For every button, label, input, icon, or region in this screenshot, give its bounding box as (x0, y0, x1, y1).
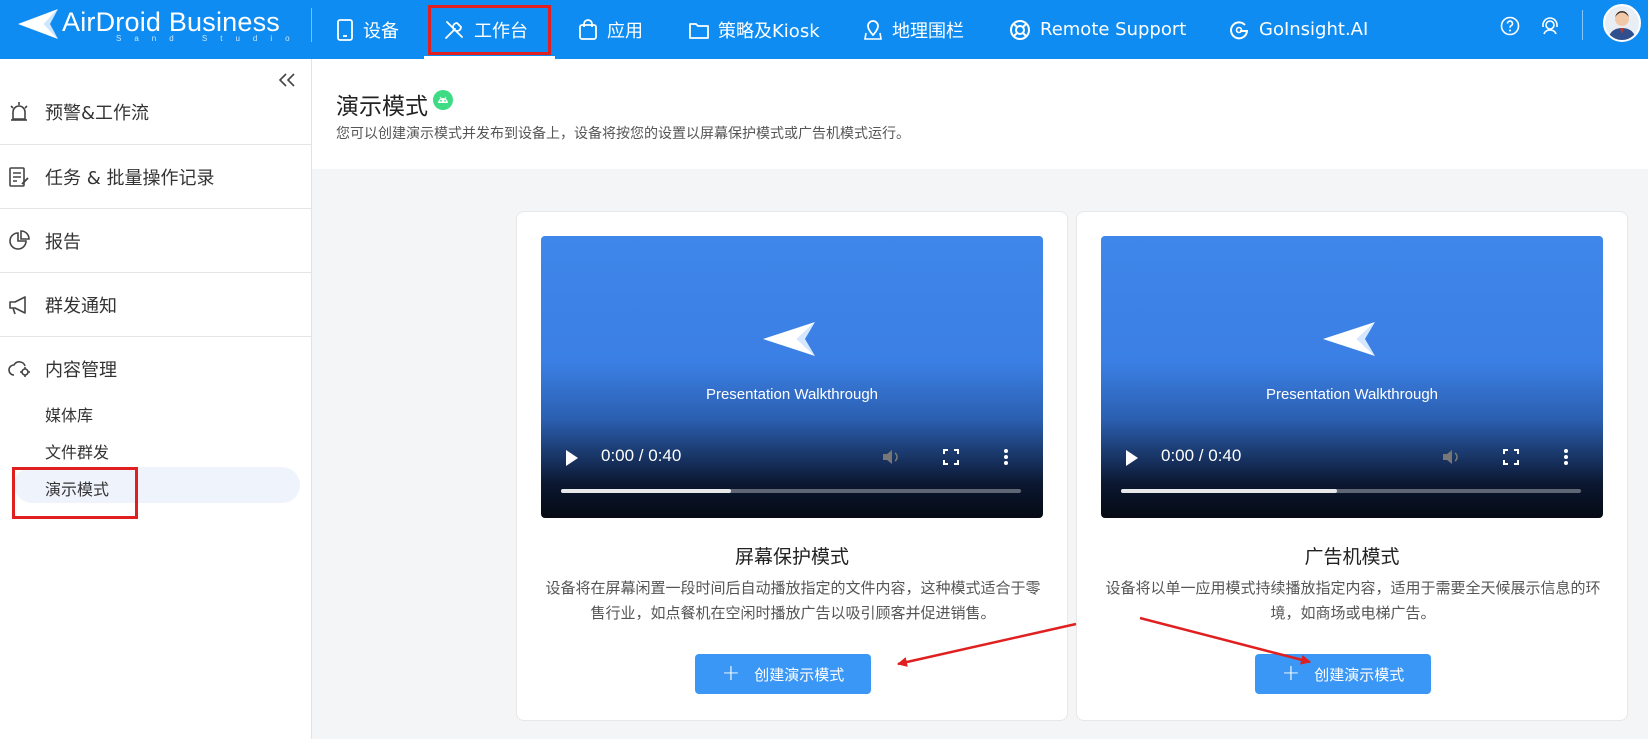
nav-goinsight[interactable]: GoInsight.AI (1228, 0, 1368, 59)
task-list-icon (9, 166, 29, 187)
cloud-gear-icon (8, 360, 30, 377)
sidebar-item-label: 预警&工作流 (45, 102, 150, 124)
brand-name: AirDroid Business (62, 7, 280, 37)
sidebar-item-label: 报告 (45, 231, 81, 253)
play-icon[interactable] (565, 449, 579, 467)
card-description: 设备将在屏幕闲置一段时间后自动播放指定的文件内容，这种模式适合于零售行业，如点餐… (545, 579, 1041, 622)
android-icon (433, 90, 453, 110)
nav-geofence-label: 地理围栏 (892, 20, 964, 42)
nav-devices[interactable]: 设备 (336, 0, 399, 59)
top-navigation-bar: AirDroid Business Sand Studio 设备 工作台 应用 … (0, 0, 1648, 59)
video-caption: Presentation Walkthrough (705, 386, 879, 403)
lifebuoy-icon (1010, 19, 1030, 40)
video-time: 0:00 / 0:40 (1161, 446, 1242, 465)
brand-subtitle: Sand Studio (116, 34, 303, 43)
nav-policy-kiosk-label: 策略及Kiosk (718, 20, 820, 42)
nav-devices-label: 设备 (363, 20, 399, 42)
map-pin-icon (864, 19, 882, 40)
sidebar-item-label: 群发通知 (45, 295, 117, 317)
top-right-separator (1582, 10, 1583, 40)
page-header: 演示模式 您可以创建演示模式并发布到设备上，设备将按您的设置以屏幕保护模式或广告… (312, 59, 1648, 169)
nav-workbench[interactable]: 工作台 (443, 0, 528, 59)
more-options-icon[interactable] (1003, 448, 1009, 466)
sidebar-item-content-management[interactable]: 内容管理 (0, 337, 311, 400)
digital-signage-mode-card: Presentation Walkthrough 0:00 / 0:40 广告机… (1076, 211, 1628, 721)
sidebar-subitem-media-library[interactable]: 媒体库 (45, 402, 93, 426)
nav-separator (311, 8, 312, 42)
nav-apps[interactable]: 应用 (578, 0, 643, 59)
card-title: 广告机模式 (1304, 546, 1400, 568)
fullscreen-icon[interactable] (943, 449, 959, 465)
card-description: 设备将以单一应用模式持续播放指定内容，适用于需要全天候展示信息的环境，如商场或电… (1105, 579, 1601, 622)
video-caption: Presentation Walkthrough (1265, 386, 1439, 403)
paper-plane-logo-icon (18, 9, 58, 39)
nav-workbench-label: 工作台 (474, 20, 528, 42)
nav-remote-support[interactable]: Remote Support (1009, 0, 1186, 59)
paper-plane-logo-icon (763, 322, 815, 356)
help-icon[interactable] (1500, 16, 1520, 36)
video-player[interactable]: Presentation Walkthrough 0:00 / 0:40 (541, 236, 1043, 518)
nav-policy-kiosk[interactable]: 策略及Kiosk (689, 0, 820, 59)
nav-apps-label: 应用 (607, 20, 643, 42)
tools-icon (445, 20, 463, 39)
nav-geofence[interactable]: 地理围栏 (863, 0, 964, 59)
sidebar-item-alerts-workflow[interactable]: 预警&工作流 (0, 80, 311, 143)
video-progress-track[interactable] (1121, 489, 1581, 493)
create-presentation-button[interactable]: + 创建演示模式 (1255, 654, 1431, 694)
paper-plane-logo-icon (1323, 322, 1375, 356)
create-presentation-button[interactable]: + 创建演示模式 (695, 654, 871, 694)
video-player[interactable]: Presentation Walkthrough 0:00 / 0:40 (1101, 236, 1603, 518)
play-icon[interactable] (1125, 449, 1139, 467)
support-agent-icon[interactable] (1540, 16, 1560, 36)
screensaver-mode-card: Presentation Walkthrough 0:00 / 0:40 屏幕保… (516, 211, 1068, 721)
sidebar-item-reports[interactable]: 报告 (0, 209, 311, 272)
video-progress-fill (561, 489, 732, 493)
fullscreen-icon[interactable] (1503, 449, 1519, 465)
page-title: 演示模式 (336, 94, 428, 120)
create-button-label: 创建演示模式 (754, 665, 845, 684)
sidebar-item-tasks[interactable]: 任务 & 批量操作记录 (0, 145, 311, 208)
folder-icon (689, 22, 709, 39)
goinsight-icon (1230, 20, 1249, 39)
plus-icon: + (1281, 661, 1301, 686)
sidebar-subitem-presentation-mode[interactable]: 演示模式 (45, 476, 109, 500)
alarm-icon (10, 101, 28, 121)
nav-goinsight-label: GoInsight.AI (1259, 19, 1369, 40)
card-title: 屏幕保护模式 (734, 546, 849, 568)
sidebar-item-label: 任务 & 批量操作记录 (45, 167, 215, 189)
sidebar-item-broadcast[interactable]: 群发通知 (0, 273, 311, 336)
video-progress-track[interactable] (561, 489, 1021, 493)
avatar[interactable] (1603, 4, 1641, 42)
sidebar-item-label: 内容管理 (45, 359, 117, 381)
more-options-icon[interactable] (1563, 448, 1569, 466)
user-avatar-icon (1605, 6, 1639, 40)
volume-icon[interactable] (881, 448, 901, 466)
create-button-label: 创建演示模式 (1314, 665, 1405, 684)
sidebar: 预警&工作流 任务 & 批量操作记录 报告 群发通知 内容管理 媒体库 文件群发… (0, 59, 312, 739)
tablet-icon (337, 18, 353, 41)
nav-remote-support-label: Remote Support (1040, 19, 1187, 40)
plus-icon: + (721, 661, 741, 686)
main-content: 演示模式 您可以创建演示模式并发布到设备上，设备将按您的设置以屏幕保护模式或广告… (312, 59, 1648, 739)
page-description: 您可以创建演示模式并发布到设备上，设备将按您的设置以屏幕保护模式或广告机模式运行… (336, 126, 910, 142)
megaphone-icon (9, 295, 26, 314)
pie-chart-icon (9, 229, 30, 250)
volume-icon[interactable] (1441, 448, 1461, 466)
shopping-bag-icon (579, 18, 597, 40)
sidebar-subitem-file-broadcast[interactable]: 文件群发 (45, 439, 109, 463)
video-time: 0:00 / 0:40 (601, 446, 682, 465)
video-progress-fill (1121, 489, 1338, 493)
airdroid-logo[interactable]: AirDroid Business Sand Studio (16, 7, 303, 43)
